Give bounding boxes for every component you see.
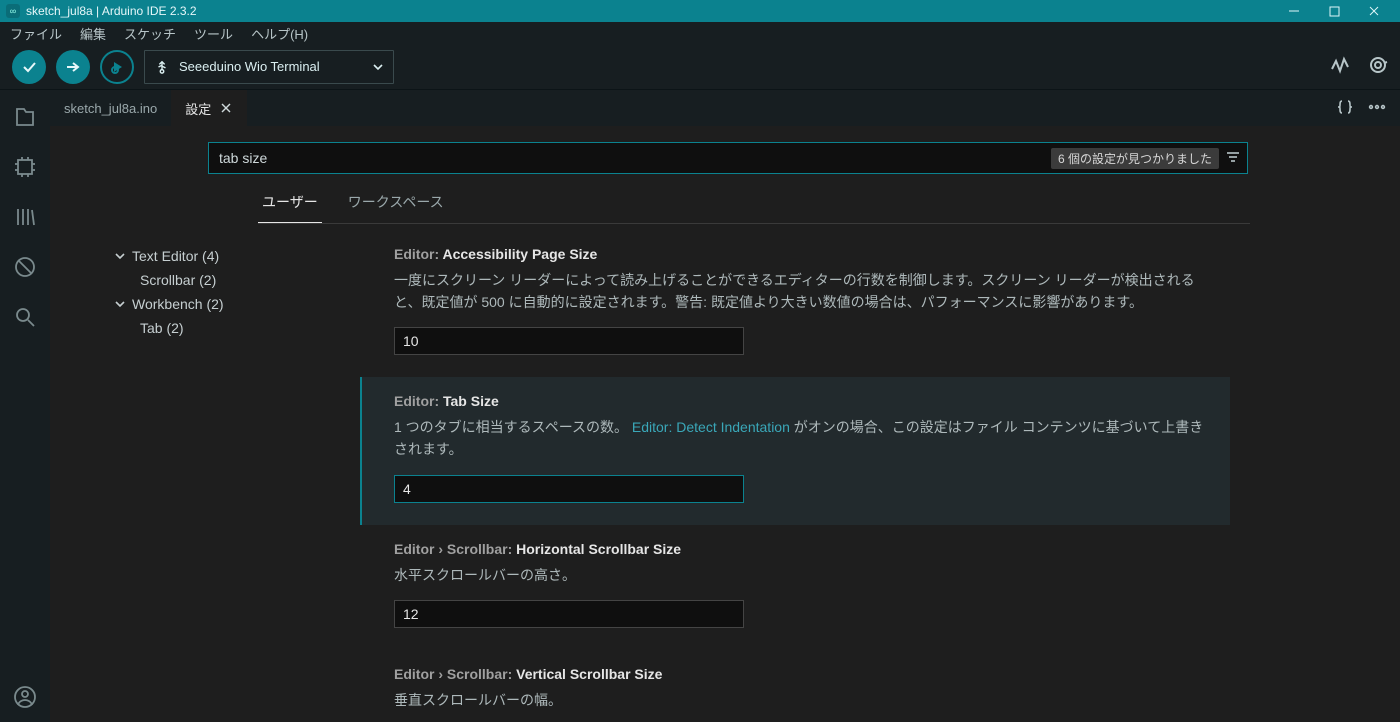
usb-icon	[155, 60, 169, 74]
upload-button[interactable]	[56, 50, 90, 84]
menu-help[interactable]: ヘルプ(H)	[243, 22, 316, 45]
scope-workspace[interactable]: ワークスペース	[344, 184, 448, 223]
toc-tab[interactable]: Tab (2)	[114, 316, 360, 340]
setting-title: Editor › Scrollbar: Horizontal Scrollbar…	[394, 541, 1212, 557]
setting-vertical-scrollbar-size: Editor › Scrollbar: Vertical Scrollbar S…	[360, 650, 1230, 722]
editor-tabs: sketch_jul8a.ino 設定	[50, 90, 1400, 126]
menu-bar: ファイル 編集 スケッチ ツール ヘルプ(H)	[0, 22, 1400, 44]
app-icon: ∞	[6, 4, 20, 18]
setting-description: 垂直スクロールバーの幅。	[394, 690, 1212, 712]
setting-description: 水平スクロールバーの高さ。	[394, 565, 1212, 587]
toc-scrollbar-label: Scrollbar (2)	[140, 272, 216, 288]
account-icon[interactable]	[12, 684, 38, 710]
results-count-chip: 6 個の設定が見つかりました	[1051, 148, 1219, 169]
title-bar: ∞ sketch_jul8a | Arduino IDE 2.3.2	[0, 0, 1400, 22]
board-selector[interactable]: Seeeduino Wio Terminal	[144, 50, 394, 84]
horizontal-scrollbar-size-input[interactable]	[394, 600, 744, 628]
maximize-button[interactable]	[1314, 0, 1354, 22]
setting-tab-size: Editor: Tab Size 1 つのタブに相当するスペースの数。 Edit…	[360, 377, 1230, 524]
setting-horizontal-scrollbar-size: Editor › Scrollbar: Horizontal Scrollbar…	[360, 525, 1230, 651]
tab-settings[interactable]: 設定	[171, 90, 247, 126]
menu-sketch[interactable]: スケッチ	[116, 22, 184, 45]
settings-search-input[interactable]	[219, 150, 1051, 166]
filter-icon[interactable]	[1225, 149, 1241, 168]
settings-search-box[interactable]: 6 個の設定が見つかりました	[208, 142, 1248, 174]
menu-tools[interactable]: ツール	[186, 22, 241, 45]
scope-user[interactable]: ユーザー	[258, 184, 322, 223]
toc-workbench-label: Workbench (2)	[132, 296, 224, 312]
toolbar: Seeeduino Wio Terminal	[0, 44, 1400, 90]
sketchbook-icon[interactable]	[12, 104, 38, 130]
debug-button[interactable]	[100, 50, 134, 84]
chevron-down-icon	[373, 62, 383, 72]
toc-text-editor[interactable]: Text Editor (4)	[114, 244, 360, 268]
settings-toc: Text Editor (4) Scrollbar (2) Workbench …	[50, 230, 360, 722]
toc-scrollbar[interactable]: Scrollbar (2)	[114, 268, 360, 292]
close-button[interactable]	[1354, 0, 1394, 22]
setting-description: 一度にスクリーン リーダーによって読み上げることができるエディターの行数を制御し…	[394, 270, 1212, 313]
tab-settings-label: 設定	[185, 99, 211, 118]
toc-workbench[interactable]: Workbench (2)	[114, 292, 360, 316]
tab-sketch[interactable]: sketch_jul8a.ino	[50, 90, 171, 126]
setting-description: 1 つのタブに相当するスペースの数。 Editor: Detect Indent…	[394, 417, 1212, 460]
board-name: Seeeduino Wio Terminal	[179, 59, 320, 74]
open-json-button[interactable]	[1336, 99, 1354, 118]
setting-title: Editor: Accessibility Page Size	[394, 246, 1212, 262]
setting-title: Editor: Tab Size	[394, 393, 1212, 409]
boards-manager-icon[interactable]	[12, 154, 38, 180]
window-title: sketch_jul8a | Arduino IDE 2.3.2	[26, 4, 197, 18]
accessibility-page-size-input[interactable]	[394, 327, 744, 355]
chevron-down-icon	[114, 298, 126, 310]
menu-edit[interactable]: 編集	[72, 22, 114, 45]
activity-bar	[0, 90, 50, 722]
chevron-down-icon	[114, 250, 126, 262]
detect-indentation-link[interactable]: Editor: Detect Indentation	[632, 419, 790, 435]
tab-sketch-label: sketch_jul8a.ino	[64, 101, 157, 116]
minimize-button[interactable]	[1274, 0, 1314, 22]
setting-accessibility-page-size: Editor: Accessibility Page Size 一度にスクリーン…	[360, 230, 1230, 377]
toc-text-editor-label: Text Editor (4)	[132, 248, 219, 264]
tab-size-input[interactable]	[394, 475, 744, 503]
search-icon[interactable]	[12, 304, 38, 330]
debug-icon[interactable]	[12, 254, 38, 280]
toc-tab-label: Tab (2)	[140, 320, 184, 336]
menu-file[interactable]: ファイル	[2, 22, 70, 45]
serial-monitor-button[interactable]	[1368, 55, 1388, 78]
serial-plotter-button[interactable]	[1330, 55, 1350, 78]
settings-list[interactable]: Editor: Accessibility Page Size 一度にスクリーン…	[360, 230, 1400, 722]
setting-title: Editor › Scrollbar: Vertical Scrollbar S…	[394, 666, 1212, 682]
close-tab-icon[interactable]	[219, 101, 233, 115]
verify-button[interactable]	[12, 50, 46, 84]
library-manager-icon[interactable]	[12, 204, 38, 230]
more-actions-button[interactable]	[1368, 99, 1386, 118]
